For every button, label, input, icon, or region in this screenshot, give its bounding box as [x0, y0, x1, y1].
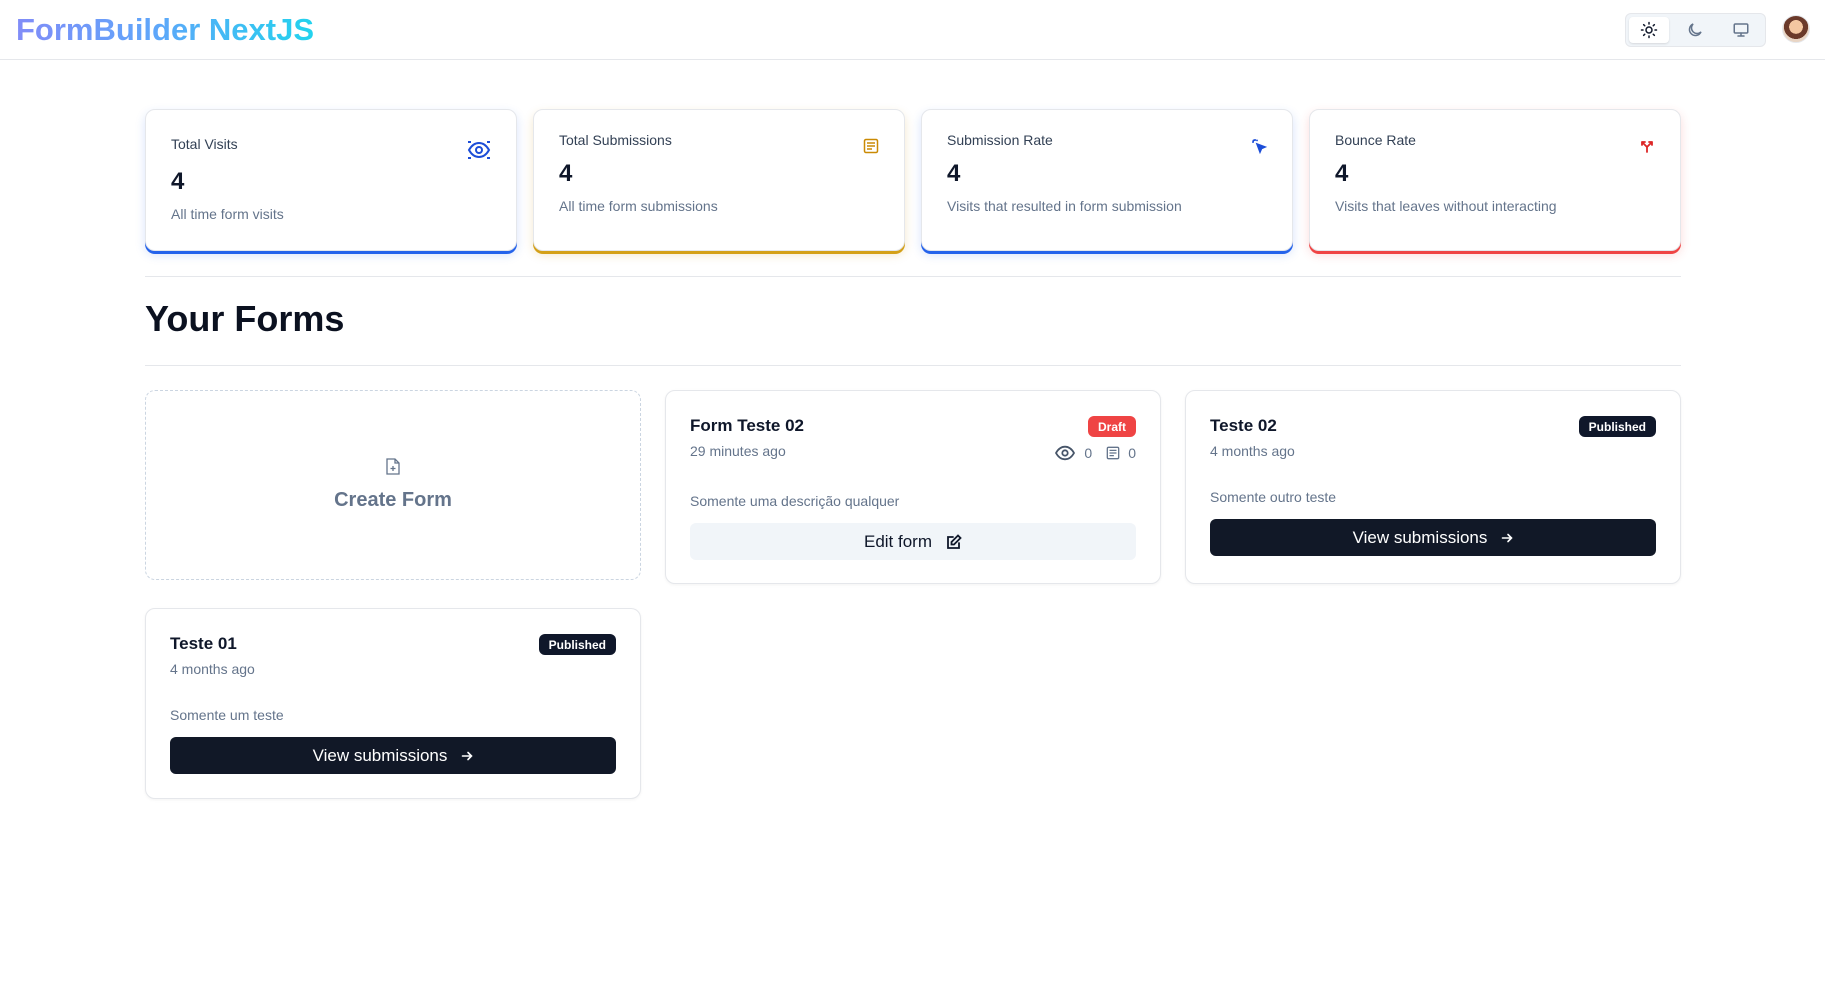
visits-count: 0 [1084, 445, 1093, 461]
theme-switcher [1625, 13, 1766, 47]
form-icon [863, 138, 879, 154]
create-form-label: Create Form [334, 489, 452, 511]
create-form-button[interactable]: Create Form [145, 390, 641, 580]
form-created-time: 4 months ago [1210, 443, 1295, 459]
edit-form-button[interactable]: Edit form [690, 523, 1136, 560]
form-name: Teste 01 [170, 634, 237, 653]
form-card: Teste 02 Published 4 months ago Somente … [1185, 390, 1681, 584]
stat-title: Submission Rate [947, 132, 1053, 148]
divider [145, 365, 1681, 366]
stat-title: Total Visits [171, 136, 238, 152]
form-created-time: 29 minutes ago [690, 443, 786, 459]
form-card: Form Teste 02 Draft 29 minutes ago 0 0 S… [665, 390, 1161, 584]
monitor-icon [1733, 23, 1749, 37]
eye-icon [467, 141, 491, 159]
page-title: Your Forms [145, 298, 345, 339]
stat-value: 4 [1335, 160, 1349, 187]
view-submissions-label: View submissions [312, 745, 448, 765]
file-plus-icon [386, 458, 400, 475]
stat-helper: Visits that resulted in form submission [947, 198, 1182, 214]
stat-title: Bounce Rate [1335, 132, 1416, 148]
split-arrow-icon [1641, 141, 1653, 153]
dark-theme-button[interactable] [1675, 17, 1715, 43]
app-logo[interactable]: FormBuilder NextJS [16, 12, 314, 48]
top-navbar: FormBuilder NextJS [0, 0, 1825, 60]
form-name: Teste 02 [1210, 416, 1277, 435]
status-badge: Published [1578, 416, 1656, 437]
view-submissions-button[interactable]: View submissions [1210, 519, 1656, 556]
form-description: Somente uma descrição qualquer [690, 493, 900, 509]
view-submissions-button[interactable]: View submissions [170, 737, 616, 774]
user-avatar[interactable] [1782, 15, 1810, 43]
status-badge: Draft [1087, 416, 1136, 437]
eye-icon [1055, 445, 1076, 461]
edit-form-label: Edit form [863, 531, 933, 551]
stat-card-total-submissions: Total Submissions 4 All time form submis… [533, 109, 905, 251]
form-icon [1106, 446, 1120, 460]
form-description: Somente um teste [170, 707, 284, 723]
arrow-right-icon [462, 751, 474, 760]
stat-value: 4 [171, 168, 185, 195]
submissions-count: 0 [1128, 445, 1136, 461]
form-description: Somente outro teste [1210, 489, 1337, 505]
light-theme-button[interactable] [1629, 17, 1669, 43]
stat-title: Total Submissions [559, 132, 672, 148]
system-theme-button[interactable] [1721, 17, 1761, 43]
moon-icon [1688, 23, 1702, 37]
form-created-time: 4 months ago [170, 661, 255, 677]
cursor-click-icon [1252, 139, 1267, 154]
view-submissions-label: View submissions [1352, 527, 1488, 547]
arrow-right-icon [1502, 533, 1514, 542]
status-badge: Published [538, 634, 616, 655]
stat-helper: All time form submissions [559, 198, 718, 214]
form-stats: 0 0 [1054, 444, 1136, 462]
sun-icon [1640, 21, 1658, 39]
stat-value: 4 [559, 160, 573, 187]
stat-helper: Visits that leaves without interacting [1335, 198, 1557, 214]
stat-card-submission-rate: Submission Rate 4 Visits that resulted i… [921, 109, 1293, 251]
form-card: Teste 01 Published 4 months ago Somente … [145, 608, 641, 799]
edit-icon [947, 533, 962, 549]
stat-value: 4 [947, 160, 961, 187]
stat-card-total-visits: Total Visits 4 All time form visits [145, 109, 517, 251]
divider [145, 276, 1681, 277]
stat-helper: All time form visits [171, 206, 284, 222]
stat-card-bounce-rate: Bounce Rate 4 Visits that leaves without… [1309, 109, 1681, 251]
form-name: Form Teste 02 [690, 416, 805, 435]
